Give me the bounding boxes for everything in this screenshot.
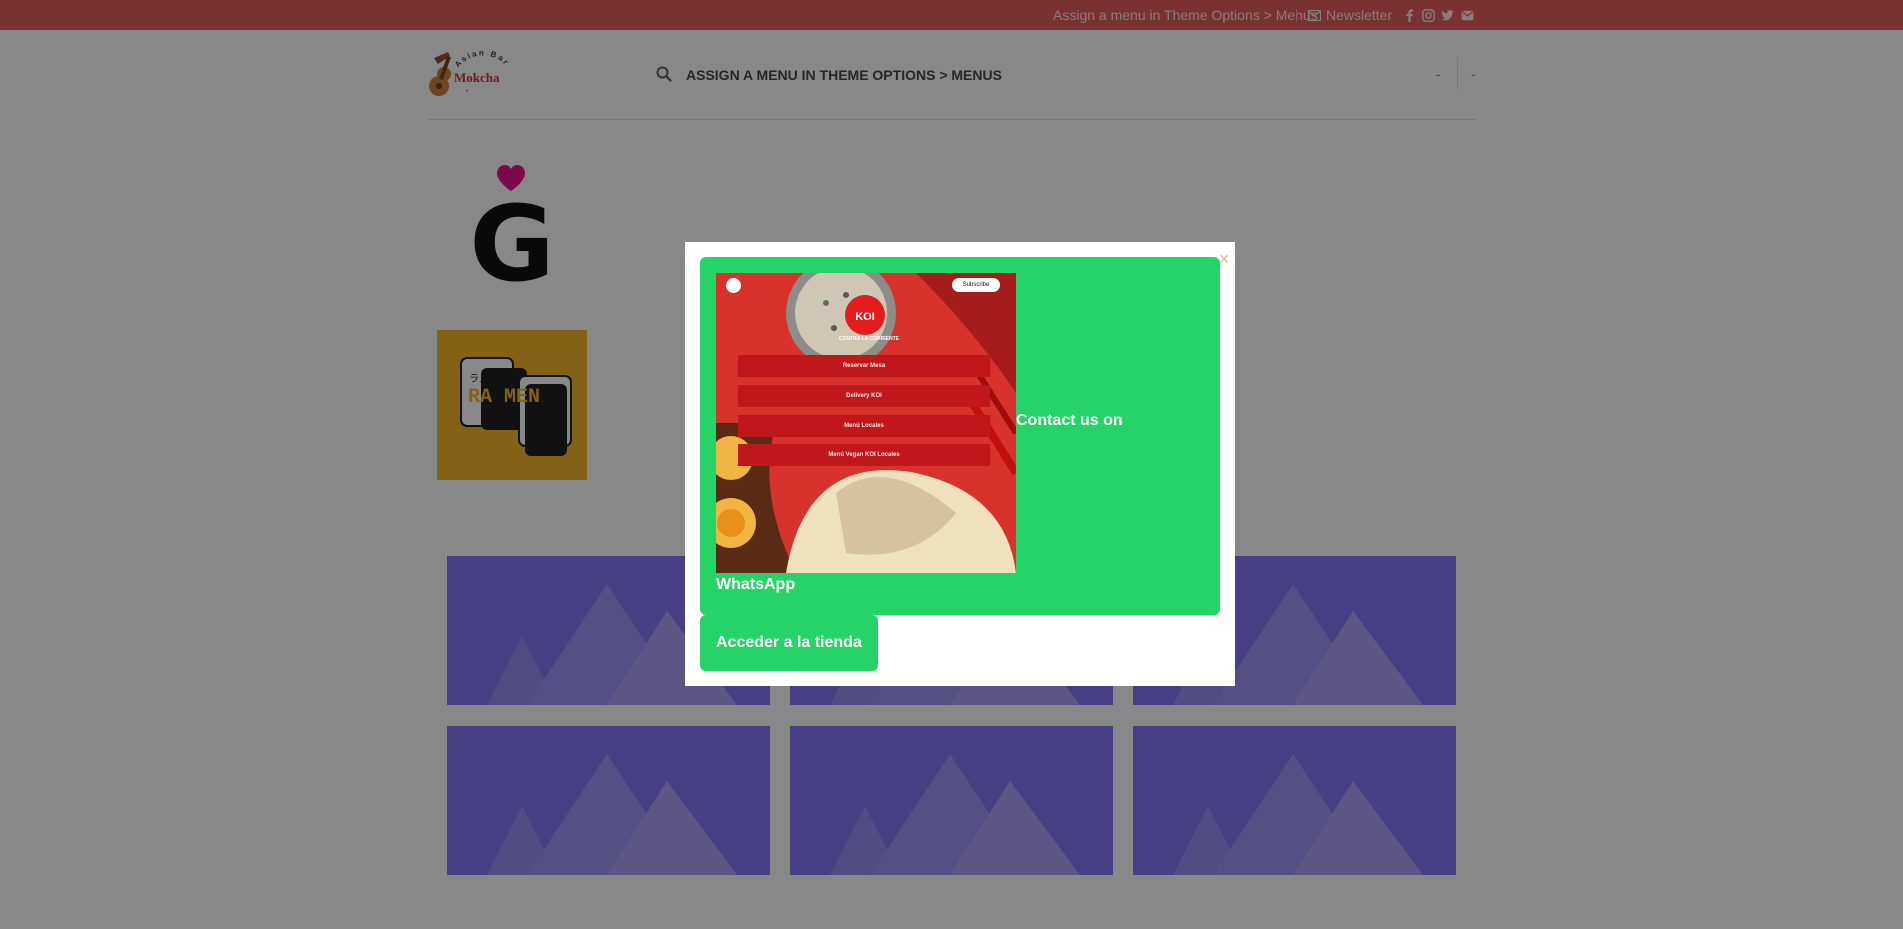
thumb-button-menu-locales: Menú Locales bbox=[738, 415, 990, 437]
koi-tagline: CONTRA LA CORRIENTE bbox=[839, 336, 899, 342]
channel-avatar bbox=[726, 278, 741, 293]
thumb-button-reservar: Reservar Mesa bbox=[738, 355, 990, 377]
whatsapp-text-line2: WhatsApp bbox=[716, 576, 796, 593]
thumb-button-menu-vegan: Menú Vegan KOI Locales bbox=[738, 444, 990, 466]
shop-button[interactable]: Acceder a la tienda bbox=[700, 615, 878, 671]
whatsapp-thumbnail-image[interactable]: Subscribe KOI CONTRA LA CORRIENTE Reserv… bbox=[716, 273, 1016, 573]
thumb-button-delivery: Delivery KOI bbox=[738, 385, 990, 407]
whatsapp-text-line1: Contact us on bbox=[1016, 412, 1123, 429]
koi-logo: KOI bbox=[845, 295, 885, 335]
subscribe-badge: Subscribe bbox=[952, 278, 1000, 292]
